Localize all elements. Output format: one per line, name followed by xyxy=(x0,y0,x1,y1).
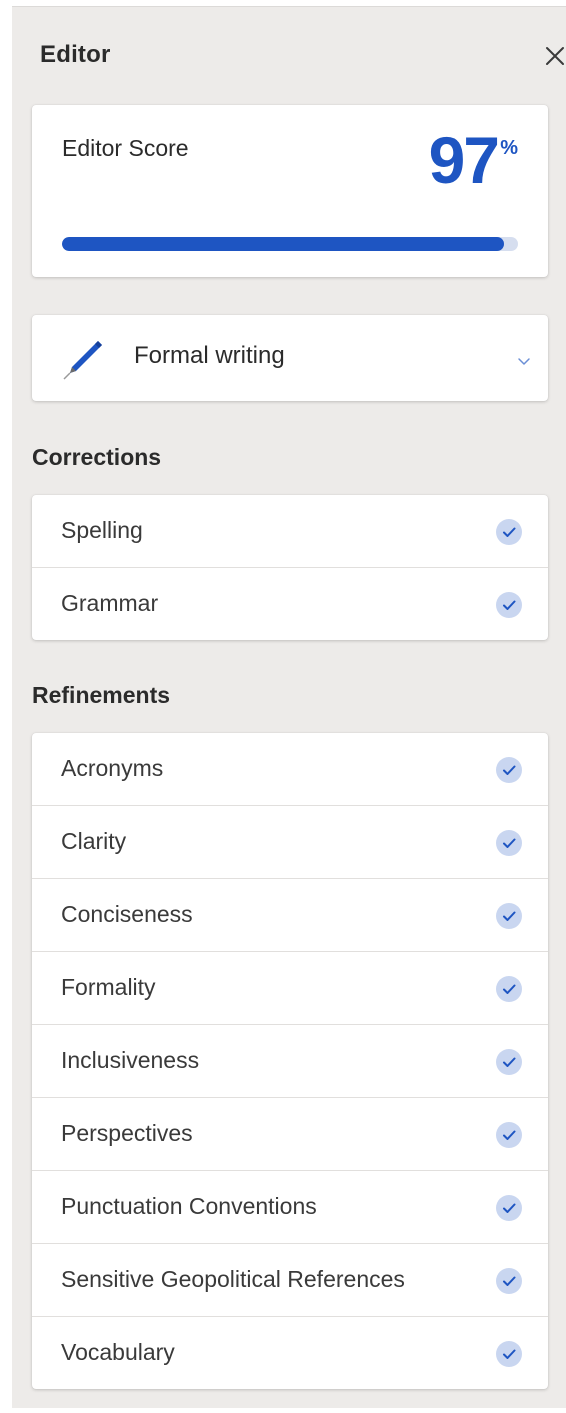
check-circle-icon xyxy=(496,1122,522,1148)
corrections-heading: Corrections xyxy=(32,444,162,470)
check-circle-icon xyxy=(496,830,522,856)
refinement-item-label: Clarity xyxy=(61,828,127,854)
refinement-item-sensitive-geopolitical-references[interactable]: Sensitive Geopolitical References xyxy=(32,1244,548,1317)
pane-title: Editor xyxy=(40,41,111,68)
refinement-item-vocabulary[interactable]: Vocabulary xyxy=(32,1317,548,1389)
refinement-item-formality[interactable]: Formality xyxy=(32,952,548,1025)
editor-score-percent-sign: % xyxy=(500,137,518,159)
editor-score-value: 97 xyxy=(428,123,500,197)
check-circle-icon xyxy=(496,1049,522,1075)
writing-style-dropdown[interactable]: Formal writing xyxy=(32,315,548,401)
corrections-list: Spelling Grammar xyxy=(32,495,548,640)
refinement-item-perspectives[interactable]: Perspectives xyxy=(32,1098,548,1171)
refinement-item-label: Perspectives xyxy=(61,1120,193,1146)
refinement-item-conciseness[interactable]: Conciseness xyxy=(32,879,548,952)
correction-item-spelling[interactable]: Spelling xyxy=(32,495,548,568)
correction-item-label: Grammar xyxy=(61,590,159,616)
correction-item-label: Spelling xyxy=(61,517,143,543)
editor-score-progress-fill xyxy=(62,237,505,251)
refinement-item-acronyms[interactable]: Acronyms xyxy=(32,733,548,806)
correction-item-grammar[interactable]: Grammar xyxy=(32,568,548,640)
refinement-item-label: Inclusiveness xyxy=(61,1047,200,1073)
close-button[interactable] xyxy=(540,41,566,71)
refinement-item-label: Sensitive Geopolitical References xyxy=(61,1266,405,1292)
pen-icon xyxy=(63,341,102,380)
check-circle-icon xyxy=(496,757,522,783)
refinement-item-label: Acronyms xyxy=(61,755,164,781)
check-circle-icon xyxy=(496,1195,522,1221)
editor-pane: Editor Editor Score 97 % Formal writing … xyxy=(12,6,566,1408)
refinement-item-inclusiveness[interactable]: Inclusiveness xyxy=(32,1025,548,1098)
writing-style-label: Formal writing xyxy=(134,342,285,369)
editor-score-label: Editor Score xyxy=(62,135,189,161)
editor-score-card: Editor Score 97 % xyxy=(32,105,548,277)
check-circle-icon xyxy=(496,903,522,929)
refinements-heading: Refinements xyxy=(32,682,171,708)
refinement-item-label: Formality xyxy=(61,974,156,1000)
check-circle-icon xyxy=(496,976,522,1002)
refinement-item-punctuation-conventions[interactable]: Punctuation Conventions xyxy=(32,1171,548,1244)
close-icon xyxy=(546,47,564,65)
refinement-item-label: Conciseness xyxy=(61,901,193,927)
refinements-list: Acronyms Clarity Conciseness Formality I… xyxy=(32,733,548,1389)
editor-score-progress-bar xyxy=(62,237,518,251)
check-circle-icon xyxy=(496,519,522,545)
refinement-item-label: Punctuation Conventions xyxy=(61,1193,317,1219)
check-circle-icon xyxy=(496,1341,522,1367)
chevron-down-icon xyxy=(518,358,530,365)
check-circle-icon xyxy=(496,592,522,618)
refinement-item-clarity[interactable]: Clarity xyxy=(32,806,548,879)
check-circle-icon xyxy=(496,1268,522,1294)
refinement-item-label: Vocabulary xyxy=(61,1339,175,1365)
